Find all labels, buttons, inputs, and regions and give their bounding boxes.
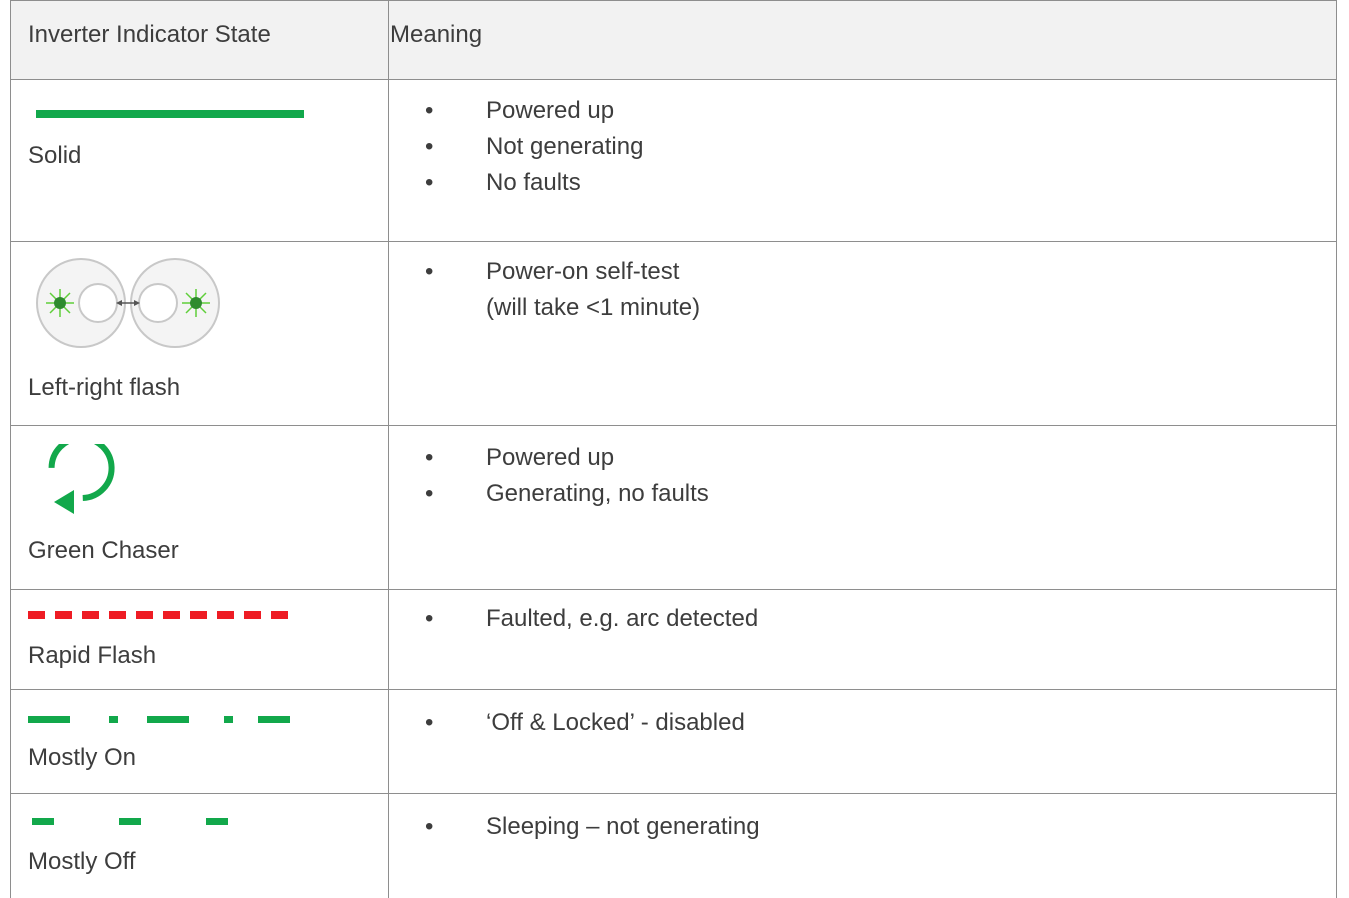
mostly-off-dashes-icon [32, 818, 228, 825]
meaning-continuation: (will take <1 minute) [486, 294, 701, 321]
left-right-flash-icon [36, 258, 220, 348]
meaning-item: Powered up [425, 93, 643, 129]
indicator-table: Inverter Indicator State Meaning Solid P… [10, 0, 1337, 898]
meaning-item: No faults [425, 165, 643, 201]
mostly-on-dash-dot-icon [28, 716, 290, 723]
meaning-item: Generating, no faults [425, 476, 709, 512]
table-border-left [10, 0, 11, 898]
state-label: Solid [28, 142, 82, 169]
state-label: Mostly Off [28, 848, 136, 875]
state-label: Left-right flash [28, 374, 181, 401]
table-border-top [10, 0, 1337, 1]
table-border-right [1336, 0, 1337, 898]
column-divider [388, 0, 389, 898]
meaning-list: Sleeping – not generating [425, 809, 760, 845]
meaning-item: Not generating [425, 129, 643, 165]
state-label: Rapid Flash [28, 642, 157, 669]
meaning-list: Power-on self-test [425, 254, 679, 290]
row-divider [10, 793, 1337, 794]
row-divider [10, 79, 1337, 80]
meaning-item: Power-on self-test [425, 254, 679, 290]
green-chaser-icon [48, 444, 115, 514]
meaning-list: ‘Off & Locked’ - disabled [425, 705, 745, 741]
meaning-list: Faulted, e.g. arc detected [425, 601, 758, 637]
solid-green-line-icon [36, 110, 304, 118]
meaning-list: Powered up Not generating No faults [425, 93, 643, 201]
red-dashed-line-icon [28, 611, 288, 619]
header-state: Inverter Indicator State [28, 21, 271, 48]
row-divider [10, 689, 1337, 690]
meaning-item: Faulted, e.g. arc detected [425, 601, 758, 637]
state-label: Mostly On [28, 744, 137, 771]
row-divider [10, 589, 1337, 590]
meaning-item: ‘Off & Locked’ - disabled [425, 705, 745, 741]
header-meaning: Meaning [390, 21, 483, 48]
row-divider [10, 241, 1337, 242]
row-divider [10, 425, 1337, 426]
meaning-item: Powered up [425, 440, 709, 476]
state-label: Green Chaser [28, 537, 179, 564]
meaning-item: Sleeping – not generating [425, 809, 760, 845]
meaning-list: Powered up Generating, no faults [425, 440, 709, 512]
